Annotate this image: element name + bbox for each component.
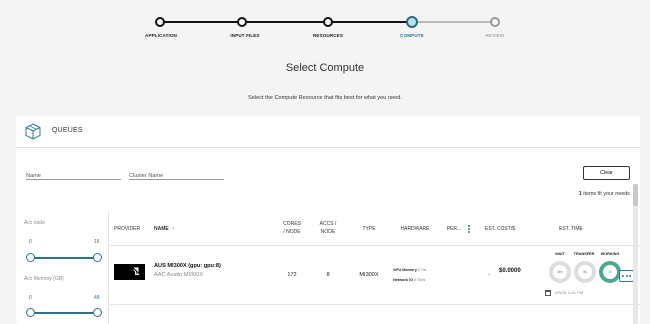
queue-cluster: AAC Austin MI300X	[154, 272, 204, 278]
step-label-application: APPLICATION	[145, 33, 177, 38]
acc-node-min: 0	[29, 239, 32, 245]
wait-ring: 0m	[549, 261, 571, 283]
scrollbar-thumb[interactable]	[633, 184, 638, 206]
fit-count-label: items fit your needs	[581, 191, 630, 197]
table-row[interactable]: AUS MI300X (gpu: gpu:8) AAC Austin MI300…	[110, 247, 640, 305]
working-ring: 1h	[599, 261, 621, 283]
filter-sidebar: Acc node 0 16 Acc Memory (GB) 0 48	[16, 211, 109, 324]
acc-memory-max-handle[interactable]	[93, 308, 102, 317]
network-io-value: 0 Gb/s	[414, 278, 426, 282]
col-hardware: HARDWARE	[400, 226, 430, 232]
stepper-line-pending	[412, 21, 495, 23]
step-application[interactable]	[155, 17, 165, 27]
name-filter-input[interactable]	[26, 170, 121, 182]
col-type: TYPE	[362, 226, 376, 232]
acc-memory-min-handle[interactable]	[26, 308, 35, 317]
calendar-icon	[545, 290, 551, 296]
accs-value: 8	[326, 272, 330, 278]
cluster-name-filter-input[interactable]	[129, 170, 224, 182]
transfer-value: 0s	[578, 265, 592, 279]
transfer-label: TRANSFER	[573, 252, 595, 256]
acc-node-slider-track[interactable]	[30, 257, 98, 259]
column-options-icon[interactable]	[468, 225, 471, 235]
page-title: Select Compute	[285, 62, 365, 74]
wait-value: 0m	[553, 265, 567, 279]
acc-memory-max: 48	[94, 295, 100, 301]
step-label-input-files: INPUT FILES	[230, 33, 260, 38]
working-value: 1h	[603, 265, 617, 279]
step-compute[interactable]	[406, 16, 418, 28]
est-cost-value: $0.0000	[499, 268, 521, 274]
acc-node-label: Acc node	[24, 220, 45, 226]
queues-header: QUEUES	[16, 116, 640, 148]
step-label-review: REVIEW	[485, 33, 505, 38]
gpu-memory: GPU Memory 0 Gb	[393, 268, 426, 272]
transfer-ring: 0s	[574, 261, 596, 283]
acc-memory-min: 0	[29, 295, 32, 301]
fit-count-text: 1 items fit your needs	[579, 191, 630, 197]
acc-node-max: 16	[94, 239, 100, 245]
col-per: PER...	[446, 226, 462, 232]
amd-logo	[114, 264, 145, 280]
col-name[interactable]: NAME ↑	[154, 225, 175, 233]
cube-icon	[25, 123, 41, 140]
network-io-label: Network IO	[393, 278, 414, 282]
working-label: WORKING	[600, 252, 620, 256]
step-resources[interactable]	[323, 17, 333, 27]
col-provider: PROVIDER	[114, 226, 141, 232]
acc-node-min-handle[interactable]	[26, 253, 35, 262]
progress-stepper: APPLICATION INPUT FILES RESOURCES COMPUT…	[0, 0, 650, 46]
step-label-compute: COMPUTE	[400, 33, 424, 38]
acc-memory-label: Acc Memory (GB)	[24, 276, 64, 282]
gpu-memory-label: GPU Memory	[393, 268, 417, 272]
cluster-filter	[129, 164, 224, 182]
col-time: EST. TIME	[559, 226, 583, 232]
queues-card: QUEUES Clear 1 items fit your needs Acc …	[16, 116, 640, 324]
type-value: MI300X	[359, 272, 379, 278]
arrow-up-icon: ↑	[172, 226, 175, 232]
step-review	[490, 17, 500, 27]
name-filter	[26, 164, 121, 182]
col-cores: CORES / NODE	[283, 221, 301, 235]
col-cost: EST. COST/$	[484, 226, 515, 232]
col-accs: ACCS / NODE	[319, 221, 337, 235]
col-name-label: NAME	[154, 226, 169, 232]
queue-name: AUS MI300X (gpu: gpu:8)	[154, 263, 221, 269]
page-subtitle: Select the Compute Resource that fits be…	[248, 95, 402, 101]
step-label-resources: RESOURCES	[313, 33, 343, 38]
row-actions-button[interactable]	[619, 270, 634, 282]
per-value: -	[488, 272, 490, 278]
wait-label: WAIT	[555, 252, 565, 256]
step-input-files[interactable]	[237, 17, 247, 27]
stepper-line-complete	[160, 21, 412, 23]
queue-table-header: PROVIDER NAME ↑ CORES / NODE ACCS / NODE…	[110, 212, 640, 246]
cores-value: 172	[287, 272, 297, 278]
gpu-memory-value: 0 Gb	[417, 268, 427, 272]
acc-node-max-handle[interactable]	[93, 253, 102, 262]
acc-memory-slider-track[interactable]	[30, 312, 98, 314]
finish-time: 2/5/25, 6:41 PM	[555, 290, 584, 295]
clear-button[interactable]: Clear	[583, 166, 630, 180]
network-io: Network IO 0 Gb/s	[393, 278, 425, 282]
queues-title: QUEUES	[52, 127, 83, 134]
